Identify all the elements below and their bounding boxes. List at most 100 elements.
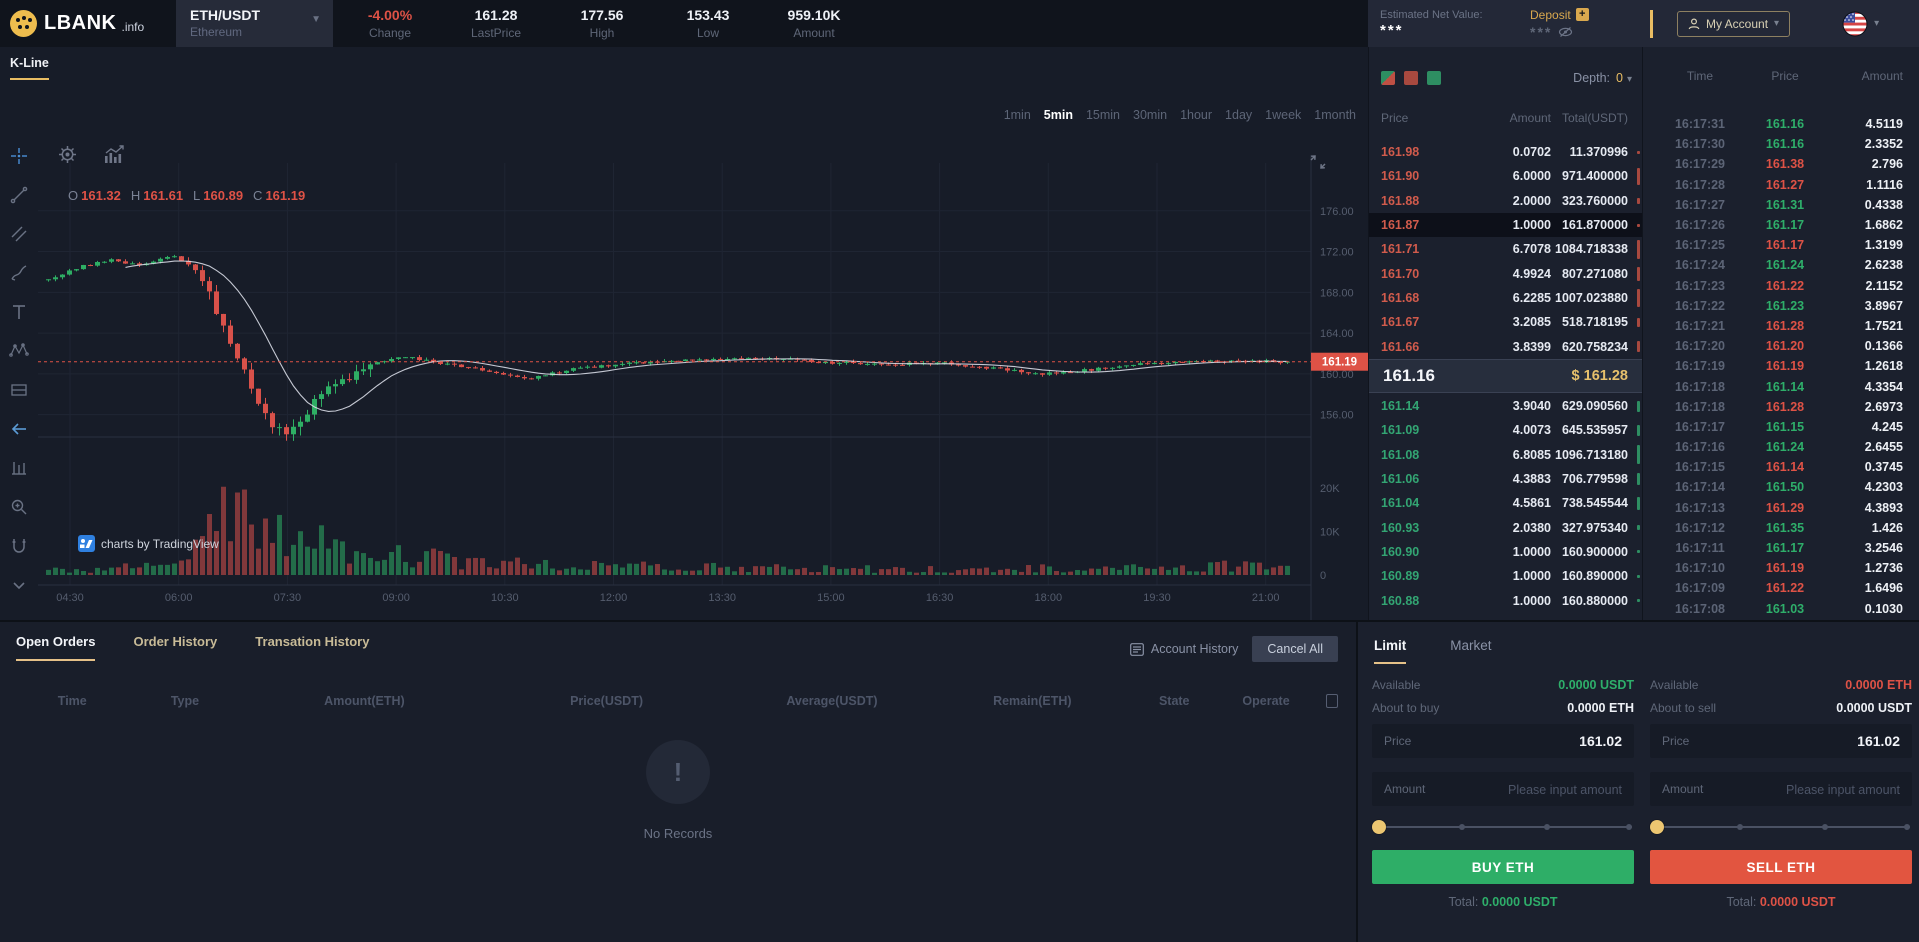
long-position-icon[interactable] [8,379,30,401]
buy-amount-input[interactable] [1426,781,1622,797]
indicators-icon[interactable] [104,143,126,165]
current-price-row[interactable]: 161.16 $ 161.28 [1369,359,1642,393]
orderbook-ask-row[interactable]: 161.71 6.7078 1084.718338 [1369,237,1642,261]
trend-line-icon[interactable] [8,184,30,206]
my-account-button[interactable]: My Account ▾ [1677,10,1791,37]
magnet-icon[interactable] [8,535,30,557]
deposit-plus-icon[interactable]: + [1575,8,1589,21]
orderbook-bid-row[interactable]: 160.90 1.0000 160.900000 [1369,540,1642,564]
sell-amount-field[interactable]: Amount [1650,772,1912,806]
sell-button[interactable]: SELL ETH [1650,850,1912,884]
interval-15min[interactable]: 15min [1086,108,1120,122]
chevron-down-icon[interactable] [8,574,30,596]
attribution-text: charts by TradingView [101,536,219,551]
deposit-label[interactable]: Deposit [1530,8,1571,22]
trade-row: 16:17:24 161.24 2.6238 [1674,258,1903,273]
orders-tab-transation-history[interactable]: Transation History [255,634,369,661]
trading-app: LBANK .info ETH/USDT Ethereum ▼ -4.00% Ch… [0,0,1919,942]
text-tool-icon[interactable] [8,301,30,323]
interval-1day[interactable]: 1day [1225,108,1252,122]
orders-table-header: Time Type Amount(ETH) Price(USDT) Average(US… [0,694,1356,708]
trade-row: 16:17:22 161.23 3.8967 [1674,298,1903,313]
depth-view-asks-icon[interactable] [1404,71,1418,85]
order-type-tab-limit[interactable]: Limit [1374,638,1407,664]
orderbook-bid-row[interactable]: 160.93 2.0380 327.975340 [1369,515,1642,539]
asks-list: 161.98 0.0702 11.370996 161.90 6.0000 971.400… [1369,140,1642,359]
buy-total-value: 0.0000 USDT [1481,895,1558,909]
trade-row: 16:17:25 161.17 1.3199 [1674,238,1903,253]
orderbook-bid-row[interactable]: 161.06 4.3883 706.779598 [1369,467,1642,491]
trade-row: 16:17:09 161.22 1.6496 [1674,581,1903,596]
parallel-channel-icon[interactable] [8,223,30,245]
order-type-tab-market[interactable]: Market [1450,638,1491,664]
interval-30min[interactable]: 30min [1133,108,1167,122]
slider-handle[interactable] [1372,820,1386,834]
pair-symbol: ETH/USDT [190,7,260,23]
orders-tab-open-orders[interactable]: Open Orders [16,634,96,661]
sell-price-field[interactable]: Price [1650,724,1912,758]
orders-tab-order-history[interactable]: Order History [133,634,217,661]
xabcd-pattern-icon[interactable] [8,340,30,362]
sell-total-label: Total: [1726,895,1757,909]
interval-1min[interactable]: 1min [1004,108,1031,122]
crosshair-icon[interactable] [8,145,30,167]
interval-5min[interactable]: 5min [1044,108,1073,122]
pair-selector[interactable]: ETH/USDT Ethereum ▼ [176,0,333,47]
cancel-all-button[interactable]: Cancel All [1252,636,1338,662]
buy-amount-field[interactable]: Amount [1372,772,1634,806]
orderbook-ask-row[interactable]: 161.87 1.0000 161.870000 [1369,212,1642,238]
language-selector[interactable]: ▾ [1842,11,1879,37]
bar-pattern-icon[interactable] [8,457,30,479]
settings-gear-icon[interactable] [56,143,78,165]
eye-off-icon[interactable] [1558,26,1573,38]
select-all-checkbox[interactable] [1325,694,1338,708]
depth-view-bids-icon[interactable] [1427,71,1441,85]
brush-icon[interactable] [8,262,30,284]
kline-chart[interactable]: 176.00172.00168.00164.00160.00156.0020K1… [38,85,1368,620]
orderbook-bid-row[interactable]: 161.08 6.8085 1096.713180 [1369,443,1642,467]
sell-amount-slider[interactable] [1650,820,1910,834]
svg-text:15:00: 15:00 [817,592,845,604]
list-icon [1129,642,1144,656]
orderbook-ask-row[interactable]: 161.98 0.0702 11.370996 [1369,140,1642,164]
tradingview-attribution[interactable]: charts by TradingView [78,535,219,552]
buy-amount-slider[interactable] [1372,820,1632,834]
slider-handle[interactable] [1650,820,1664,834]
orderbook-ask-row[interactable]: 161.66 3.8399 620.758234 [1369,334,1642,358]
orderbook-bid-row[interactable]: 160.88 1.0000 160.880000 [1369,588,1642,612]
zoom-in-icon[interactable] [8,496,30,518]
orderbook-ask-row[interactable]: 161.70 4.9924 807.271080 [1369,261,1642,285]
my-account-label: My Account [1706,16,1769,31]
buy-price-label: Price [1384,734,1412,748]
net-value-masked: *** [1380,21,1404,39]
interval-1hour[interactable]: 1hour [1180,108,1212,122]
interval-1month[interactable]: 1month [1314,108,1356,122]
trade-row: 16:17:17 161.15 4.245 [1674,419,1903,434]
depth-view-both-icon[interactable] [1381,71,1395,85]
orderbook-bid-row[interactable]: 160.89 1.0000 160.890000 [1369,564,1642,588]
orderbook-bid-row[interactable]: 161.14 3.9040 629.090560 [1369,394,1642,418]
interval-1week[interactable]: 1week [1265,108,1301,122]
tab-kline[interactable]: K-Line [10,56,49,80]
ohlc-legend: O 161.32 H 161.61 L 160.89 C 161.19 [68,188,306,203]
sell-amount-input[interactable] [1704,781,1900,797]
fullscreen-icon[interactable] [1310,155,1326,174]
orderbook-ask-row[interactable]: 161.88 2.0000 323.760000 [1369,189,1642,213]
orderbook-ask-row[interactable]: 161.67 3.2085 518.718195 [1369,310,1642,334]
account-history-link[interactable]: Account History [1129,642,1238,656]
brand[interactable]: LBANK .info [0,10,176,37]
depth-dropdown[interactable]: Depth: 0 ▾ [1573,71,1632,85]
buy-price-input[interactable] [1426,733,1622,749]
brand-name: LBANK [44,12,117,34]
orderbook-bid-row[interactable]: 161.09 4.0073 645.535957 [1369,418,1642,442]
sell-price-input[interactable] [1704,733,1900,749]
orderbook-ask-row[interactable]: 161.68 6.2285 1007.023880 [1369,286,1642,310]
orderbook-ask-row[interactable]: 161.90 6.0000 971.400000 [1369,164,1642,188]
buy-price-field[interactable]: Price [1372,724,1634,758]
orderbook-bid-row[interactable]: 161.04 4.5861 738.545544 [1369,491,1642,515]
last-price: 161.16 [1383,366,1435,385]
buy-total-label: Total: [1448,895,1479,909]
buy-button[interactable]: BUY ETH [1372,850,1634,884]
header-stat: 161.28 LastPrice [470,7,522,40]
arrow-left-icon[interactable] [8,418,30,440]
